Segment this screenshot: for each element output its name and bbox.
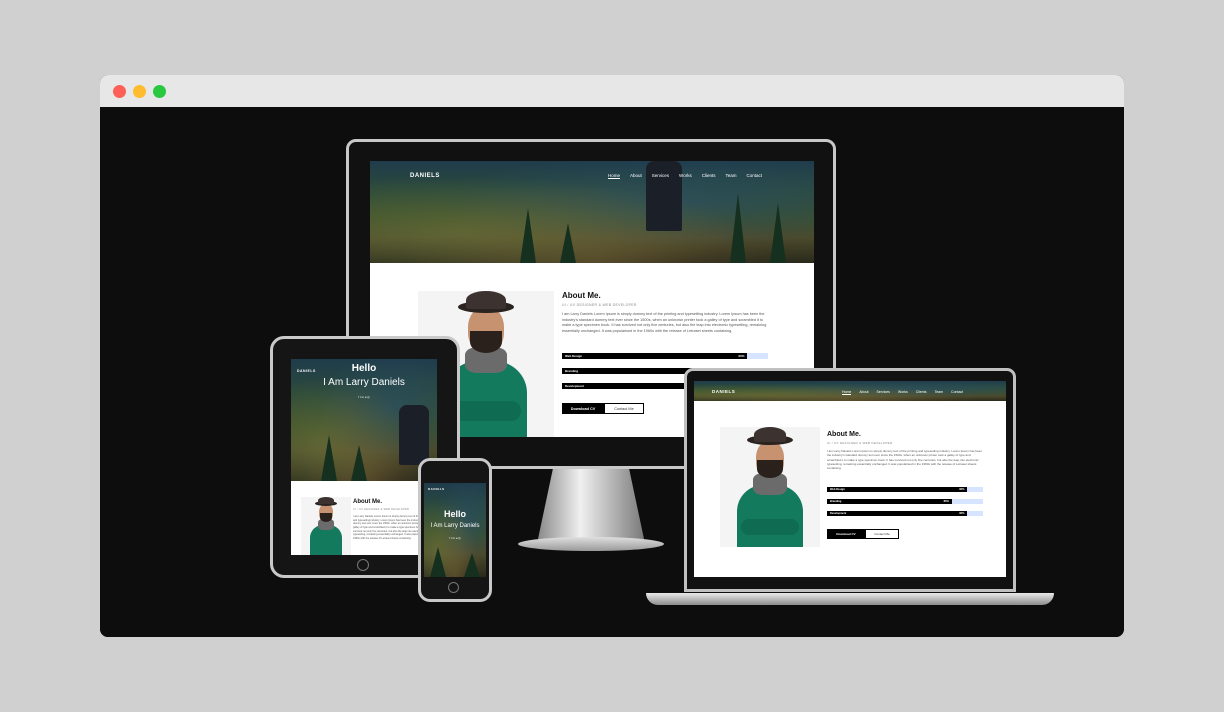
device-mockup-stage: DANIELS Home About Services Works Client…: [100, 107, 1124, 637]
about-title: About Me.: [353, 499, 382, 505]
nav-clients[interactable]: Clients: [702, 173, 716, 179]
contact-me-button[interactable]: Contact Me: [865, 529, 899, 539]
skill-bar-web-design: Web Design 90%: [827, 487, 983, 492]
hero-hello: Hello: [443, 509, 466, 519]
skill-label: Development: [565, 384, 584, 388]
about-subtitle: UI / UX DESIGNER & WEB DEVELOPER: [562, 303, 637, 307]
monitor-stand: [538, 469, 644, 539]
about-subtitle: UI / UX DESIGNER & WEB DEVELOPER: [827, 441, 893, 445]
nav-contact[interactable]: Contact: [747, 173, 763, 179]
about-subtitle: UI / UX DESIGNER & WEB DEVELOPER: [353, 508, 410, 511]
laptop-screen: DANIELS Home About Services Works Client…: [694, 381, 1006, 577]
skill-value: 90%: [959, 488, 965, 491]
browser-window: DANIELS Home About Services Works Client…: [100, 75, 1124, 637]
skill-label: Development: [830, 512, 847, 515]
hero-hello: Hello: [351, 363, 377, 374]
tablet-screen: DANIELS Hello I Am Larry Daniels f t in …: [291, 359, 437, 555]
nav-about[interactable]: About: [859, 390, 868, 395]
skill-label: Branding: [565, 369, 579, 373]
about-text: I am Larry Daniels Lorem Ipsum is simply…: [562, 312, 767, 333]
skill-bar-web-design: Web Design 90%: [562, 353, 768, 359]
zoom-window-button[interactable]: [153, 85, 166, 98]
download-cv-button[interactable]: Download CV: [827, 529, 865, 539]
profile-photo: [720, 427, 820, 547]
skill-label: Web Design: [830, 488, 845, 491]
site-brand[interactable]: DANIELS: [410, 173, 440, 179]
site-nav: Home About Services Works Clients Team C…: [608, 173, 762, 179]
social-icons[interactable]: f t in ◂ ◎: [424, 536, 486, 540]
nav-home[interactable]: Home: [842, 390, 852, 395]
skill-bar-development: Development 90%: [827, 511, 983, 516]
monitor-stand-base: [518, 537, 664, 551]
profile-photo: [301, 497, 351, 555]
site-nav: Home About Services Works Clients Team C…: [842, 390, 963, 395]
nav-about[interactable]: About: [630, 173, 642, 179]
social-icons[interactable]: f t in ◂ ◎: [291, 395, 437, 399]
phone-screen: DANIELS Hello I Am Larry Daniels f t in …: [424, 483, 486, 577]
nav-services[interactable]: Services: [877, 390, 890, 395]
nav-team[interactable]: Team: [934, 390, 943, 395]
nav-home[interactable]: Home: [608, 173, 621, 179]
nav-works[interactable]: Works: [679, 173, 692, 179]
nav-works[interactable]: Works: [898, 390, 908, 395]
skill-value: 80%: [943, 500, 949, 503]
skill-bar-branding: Branding 80%: [827, 499, 983, 504]
minimize-window-button[interactable]: [133, 85, 146, 98]
close-window-button[interactable]: [113, 85, 126, 98]
tablet-home-button[interactable]: [357, 559, 369, 571]
title-bar: [100, 75, 1124, 107]
about-title: About Me.: [562, 291, 601, 300]
hiker-figure: [646, 161, 682, 231]
nav-services[interactable]: Services: [652, 173, 669, 179]
skill-label: Branding: [830, 500, 842, 503]
download-cv-button[interactable]: Download CV: [562, 403, 604, 414]
site-brand[interactable]: DANIELS: [428, 487, 445, 491]
skill-value: 90%: [959, 512, 965, 515]
about-title: About Me.: [827, 431, 861, 438]
nav-contact[interactable]: Contact: [951, 390, 963, 395]
laptop-base: [646, 593, 1054, 605]
nav-clients[interactable]: Clients: [916, 390, 927, 395]
nav-team[interactable]: Team: [725, 173, 736, 179]
site-brand[interactable]: DANIELS: [712, 389, 735, 394]
contact-me-button[interactable]: Contact Me: [604, 403, 644, 414]
about-text: I am Larry Daniels Lorem Ipsum is simply…: [827, 449, 983, 471]
skill-value: 90%: [738, 354, 745, 358]
phone-home-button[interactable]: [448, 582, 459, 593]
skill-label: Web Design: [565, 354, 583, 358]
hero-iam: I Am Larry Daniels: [430, 523, 480, 529]
hero-iam: I Am Larry Daniels: [323, 377, 405, 388]
